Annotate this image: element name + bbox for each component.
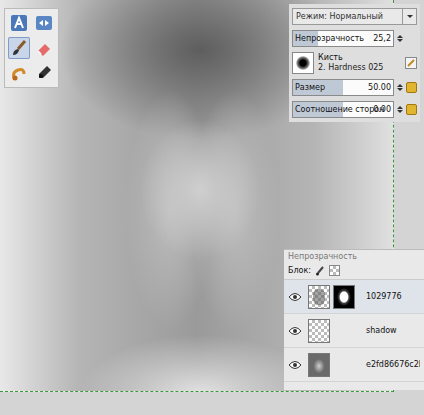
lock-pixels-icon[interactable]: [315, 266, 325, 276]
tool-button[interactable]: [8, 62, 30, 84]
tool-button[interactable]: [8, 12, 30, 34]
brush-preview[interactable]: [292, 52, 314, 74]
layers-panel: Непрозрачность Блок: 1029776 shadow e2fd…: [284, 249, 424, 390]
spin-buttons[interactable]: [396, 84, 404, 91]
spin-buttons[interactable]: [396, 35, 404, 42]
layer-thumbnail: [308, 319, 330, 343]
brush-slider[interactable]: Размер 50.00: [292, 79, 394, 96]
eye-icon[interactable]: [288, 292, 302, 302]
edit-icon[interactable]: [405, 57, 417, 69]
brush-slider[interactable]: Соотношение сторон 0.00: [292, 101, 394, 118]
smudge-icon: [10, 64, 28, 82]
tool-button[interactable]: [33, 12, 55, 34]
gimp-window: Режим: Нормальный Непрозрачность 25,2 Ки…: [0, 0, 424, 415]
mask-thumbnail: [333, 285, 355, 309]
eraser-icon: [35, 39, 53, 57]
tool-button[interactable]: [33, 37, 55, 59]
layer-row[interactable]: shadow: [284, 314, 424, 348]
layer-opacity-label: Непрозрачность: [284, 250, 424, 263]
lock-row: Блок:: [284, 263, 424, 280]
text-icon: [10, 14, 28, 32]
reset-icon[interactable]: [406, 82, 417, 93]
brush-row: Кисть 2. Hardness 025: [292, 52, 417, 74]
opacity-slider[interactable]: Непрозрачность 25,2: [292, 30, 394, 47]
flip-icon: [35, 14, 53, 32]
eye-icon[interactable]: [288, 326, 302, 336]
paintbrush-icon: [10, 39, 28, 57]
spin-buttons[interactable]: [396, 106, 404, 113]
layer-thumbnail: [308, 353, 330, 377]
brush-slider-row: Соотношение сторон 0.00: [292, 101, 417, 118]
opacity-slider-row: Непрозрачность 25,2: [292, 30, 417, 47]
tool-button[interactable]: [8, 37, 30, 59]
lock-alpha-icon[interactable]: [329, 265, 340, 276]
layer-row[interactable]: 1029776: [284, 280, 424, 314]
layer-thumbnail: [308, 285, 330, 309]
mode-dropdown[interactable]: Режим: Нормальный: [292, 8, 417, 25]
dropdown-arrow-icon: [402, 9, 416, 24]
tool-options-panel: Режим: Нормальный Непрозрачность 25,2 Ки…: [289, 4, 420, 122]
layer-row[interactable]: e2fd86676c2b2: [284, 348, 424, 382]
tool-button[interactable]: [33, 62, 55, 84]
reset-icon[interactable]: [406, 104, 417, 115]
ink-icon: [35, 64, 53, 82]
eye-icon[interactable]: [288, 360, 302, 370]
brush-slider-row: Размер 50.00: [292, 79, 417, 96]
toolbox: [4, 8, 59, 88]
